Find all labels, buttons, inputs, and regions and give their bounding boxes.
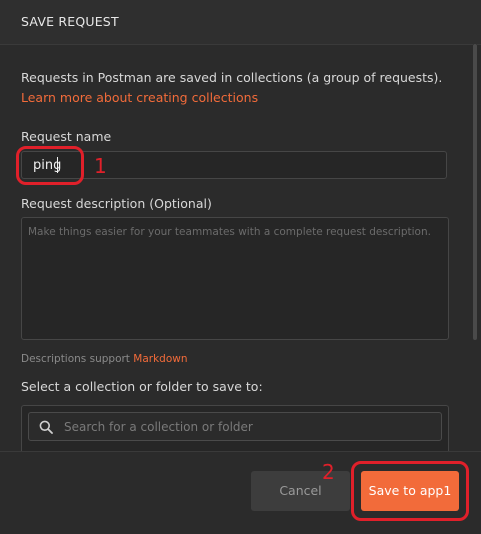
markdown-support-text: Descriptions support [21,353,130,365]
text-caret [57,157,58,173]
request-description-textarea[interactable]: Make things easier for your teammates wi… [21,217,449,340]
cancel-button[interactable]: Cancel [251,471,350,511]
learn-more-link[interactable]: Learn more about creating collections [21,90,258,105]
markdown-link[interactable]: Markdown [133,353,187,365]
dialog-title: SAVE REQUEST [21,14,119,29]
collection-search-input[interactable]: Search for a collection or folder [28,412,442,441]
request-description-placeholder: Make things easier for your teammates wi… [28,226,431,238]
dialog-header: SAVE REQUEST [0,0,481,45]
collections-info-text: Requests in Postman are saved in collect… [21,70,443,85]
request-name-input[interactable]: ping [21,151,447,179]
markdown-support-note: Descriptions support Markdown [21,353,188,365]
request-description-label: Request description (Optional) [21,196,212,211]
scrollbar-thumb[interactable] [473,44,477,340]
save-button[interactable]: Save to app1 [361,471,459,511]
search-icon [39,420,53,434]
collection-select-label: Select a collection or folder to save to… [21,379,263,394]
request-name-label: Request name [21,129,112,144]
collection-search-placeholder: Search for a collection or folder [64,420,253,434]
